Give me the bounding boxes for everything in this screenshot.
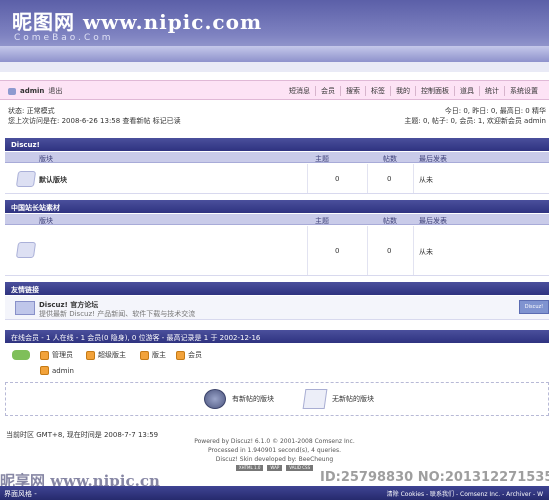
col-posts: 帖数 (383, 155, 397, 163)
col-posts: 帖数 (383, 217, 397, 225)
member-icon (176, 350, 185, 360)
legend-new-label: 有新帖的版块 (232, 395, 274, 403)
total-stats: 主题: 0, 帖子: 0, 会员: 1, 欢迎新会员 admin (404, 117, 546, 125)
category-header-links[interactable]: 友情链接 (5, 282, 549, 295)
col-threads: 主题 (315, 217, 329, 225)
site-header: 昵图网 www.nipic.com ComeBao.Com (0, 0, 549, 62)
online-users-icon (12, 350, 30, 360)
category-header-discuz[interactable]: Discuz! (5, 138, 549, 151)
forum-threads: 0 (335, 175, 340, 183)
forum-posts: 0 (387, 247, 392, 255)
role-mod: 版主 (140, 350, 166, 360)
footer-links[interactable]: 清除 Cookies - 联系我们 - Comsenz Inc. - Archi… (387, 489, 543, 498)
forum-posts: 0 (387, 175, 392, 183)
link-desc: 提供最新 Discuz! 产品新闻、软件下载与技术交流 (39, 310, 196, 318)
online-user-admin[interactable]: admin (40, 366, 74, 375)
new-posts-icon (204, 389, 226, 409)
forum-last-post: 从未 (419, 176, 433, 184)
style-switcher[interactable]: 界面风格 - (4, 489, 37, 499)
bottom-bar: 界面风格 - 清除 Cookies - 联系我们 - Comsenz Inc. … (0, 486, 549, 500)
admin-icon (40, 366, 49, 375)
nav-tags[interactable]: 标签 (365, 86, 390, 96)
column-header: 版块 主题 帖数 最后发表 (5, 214, 549, 225)
admin-icon (40, 350, 49, 360)
forum-row: 默认版块 0 0 从未 (5, 164, 549, 194)
site-logo[interactable]: 昵图网 www.nipic.com (12, 6, 262, 35)
nav-messages[interactable]: 短消息 (284, 86, 315, 96)
nav-stats[interactable]: 统计 (479, 86, 504, 96)
category-header-materials[interactable]: 中国站长站素材 (5, 200, 549, 213)
forum-stats: 今日: 0, 昨日: 0, 最高日: 0 精华 主题: 0, 帖子: 0, 会员… (404, 106, 546, 126)
nav-my[interactable]: 我的 (390, 86, 415, 96)
online-header-text: 在线会员 - 1 人在线 - 1 会员(0 隐身), 0 位游客 - 最高记录是… (11, 334, 261, 342)
logout-link[interactable]: 退出 (48, 86, 62, 96)
moderator-icon (140, 350, 149, 360)
status-info: 状态: 正常模式 您上次访问是在: 2008-6-26 13:58 查看新帖 标… (8, 106, 181, 126)
footer: Powered by Discuz! 6.1.0 © 2001-2008 Com… (0, 437, 549, 471)
logo-subtitle: ComeBao.Com (14, 33, 114, 43)
forum-threads: 0 (335, 247, 340, 255)
user-icon (8, 87, 16, 95)
role-label-member: 会员 (188, 351, 202, 359)
col-last-post: 最后发表 (419, 217, 447, 225)
column-header: 版块 主题 帖数 最后发表 (5, 152, 549, 163)
forum-name[interactable]: 默认版块 (39, 175, 67, 185)
online-user-name[interactable]: admin (52, 367, 74, 375)
header-band (0, 62, 549, 72)
nav-tools[interactable]: 道具 (454, 86, 479, 96)
username-link[interactable]: admin (20, 87, 44, 95)
role-label-admin: 管理员 (52, 351, 73, 359)
nav-search[interactable]: 搜索 (340, 86, 365, 96)
col-threads: 主题 (315, 155, 329, 163)
nav-links: 短消息 会员 搜索 标签 我的 控制面板 道具 统计 系统设置 (284, 86, 543, 96)
role-member: 会员 (176, 350, 202, 360)
forum-legend: 有新帖的版块 无新帖的版块 (5, 382, 549, 416)
role-label-mod: 版主 (152, 351, 166, 359)
nav-control-panel[interactable]: 控制面板 (415, 86, 454, 96)
super-moderator-icon (86, 350, 95, 360)
role-label-super-mod: 超级版主 (98, 351, 126, 359)
processed-info: Processed in 1.940901 second(s), 4 queri… (208, 447, 341, 454)
forum-last-post: 从未 (419, 248, 433, 256)
col-forum: 版块 (39, 155, 53, 163)
legend-no-new: 无新帖的版块 (302, 389, 374, 409)
online-header[interactable]: 在线会员 - 1 人在线 - 1 会员(0 隐身), 0 位游客 - 最高记录是… (5, 330, 549, 343)
legend-new: 有新帖的版块 (204, 389, 274, 409)
forum-folder-icon (15, 171, 37, 187)
no-new-posts-icon (302, 389, 328, 409)
skin-credit: Discuz! Skin developed by: BeeCheung (215, 456, 334, 463)
powered-by[interactable]: Powered by Discuz! 6.1.0 © 2001-2008 Com… (0, 437, 549, 446)
forum-folder-icon (15, 242, 37, 258)
friend-link-row: Discuz! 官方论坛 提供最新 Discuz! 产品新闻、软件下载与技术交流… (5, 296, 549, 320)
forum-row: 0 0 从未 (5, 226, 549, 276)
link-banner[interactable]: Discuz! (519, 300, 549, 314)
last-visit[interactable]: 您上次访问是在: 2008-6-26 13:58 查看新帖 标记已读 (8, 116, 181, 126)
status-mode: 状态: 正常模式 (8, 107, 55, 115)
nav-members[interactable]: 会员 (315, 86, 340, 96)
nav-user: admin 退出 (8, 86, 62, 96)
daily-stats: 今日: 0, 昨日: 0, 最高日: 0 精华 (444, 107, 546, 115)
role-admin: 管理员 (40, 350, 73, 360)
header-stripe (0, 46, 549, 62)
role-super-mod: 超级版主 (86, 350, 126, 360)
link-logo-icon (15, 301, 35, 315)
legend-no-new-label: 无新帖的版块 (332, 395, 374, 403)
nav-bar: admin 退出 短消息 会员 搜索 标签 我的 控制面板 道具 统计 系统设置 (0, 80, 549, 100)
col-last-post: 最后发表 (419, 155, 447, 163)
nav-system-settings[interactable]: 系统设置 (504, 86, 543, 96)
col-forum: 版块 (39, 217, 53, 225)
watermark-id: ID:25798830 NO:20131227153502936000 (320, 470, 549, 485)
